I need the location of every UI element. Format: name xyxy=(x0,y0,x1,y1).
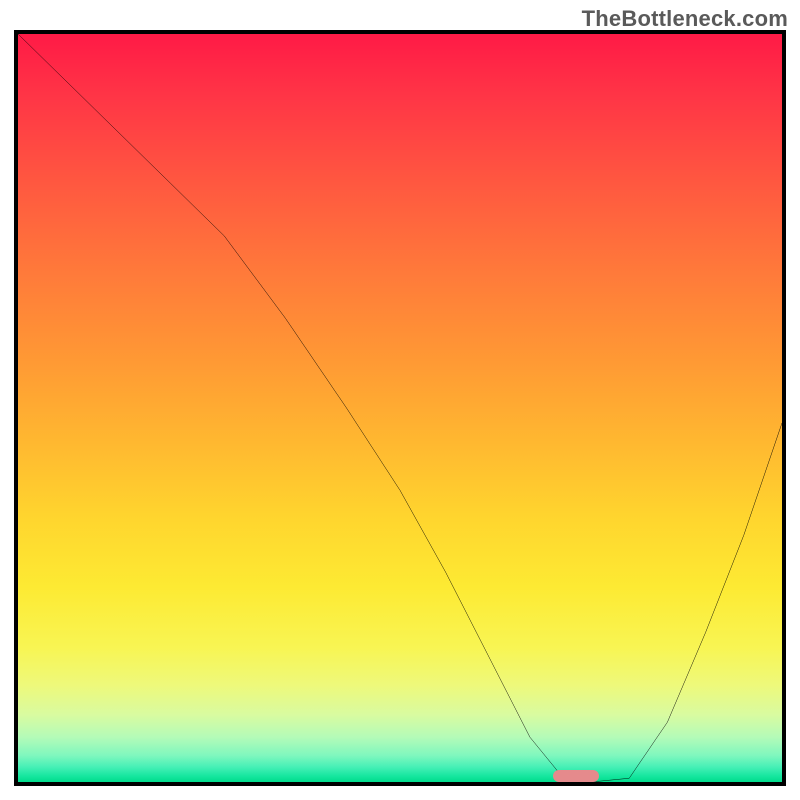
optimum-marker xyxy=(553,770,599,782)
chart-container: TheBottleneck.com xyxy=(0,0,800,800)
chart-frame xyxy=(14,30,786,786)
bottleneck-curve-path xyxy=(18,34,782,782)
watermark-label: TheBottleneck.com xyxy=(582,6,788,32)
bottleneck-curve xyxy=(18,34,782,782)
